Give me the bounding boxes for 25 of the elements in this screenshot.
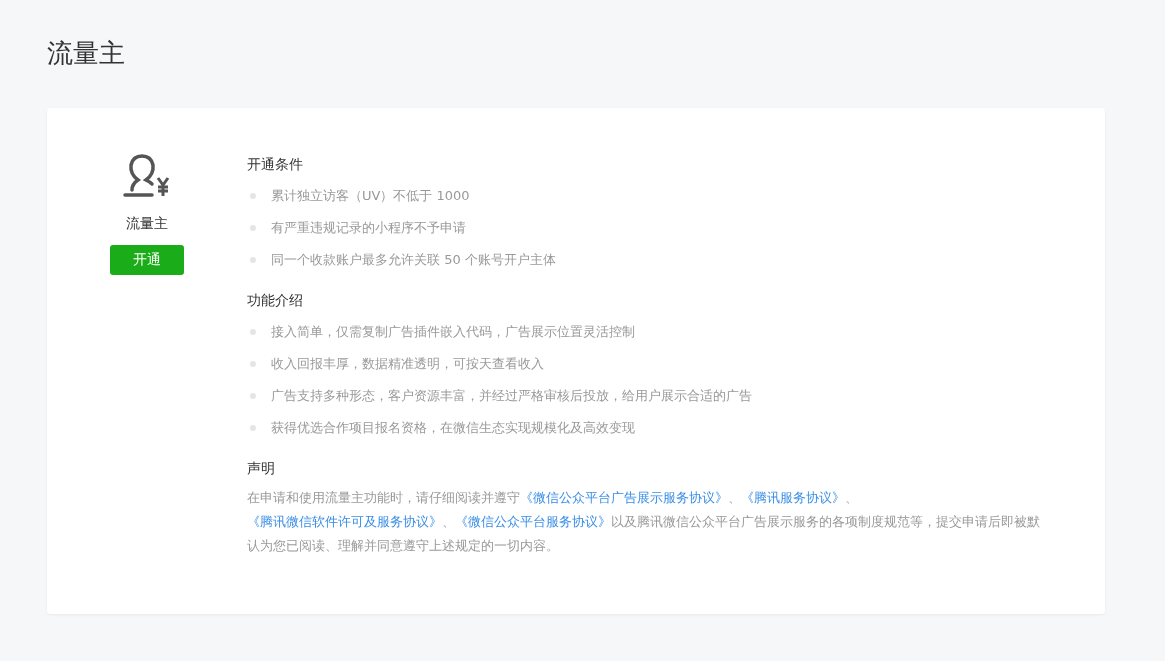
agreement-link[interactable]: 《腾讯微信软件许可及服务协议》 [247, 514, 442, 529]
agreement-link[interactable]: 《微信公众平台服务协议》 [455, 514, 611, 529]
bullet-icon [250, 193, 256, 199]
bullet-icon [250, 393, 256, 399]
account-type-label: 流量主 [126, 214, 168, 233]
enable-button[interactable]: 开通 [110, 245, 184, 275]
list-item-text: 累计独立访客（UV）不低于 1000 [271, 187, 470, 205]
list-item-text: 获得优选合作项目报名资格，在微信生态实现规模化及高效变现 [271, 419, 635, 437]
bullet-icon [250, 425, 256, 431]
list-item-text: 有严重违规记录的小程序不予申请 [271, 219, 466, 237]
bullet-icon [250, 225, 256, 231]
bullet-icon [250, 361, 256, 367]
list-item-text: 收入回报丰厚，数据精准透明，可按天查看收入 [271, 355, 544, 373]
list-item-text: 接入简单，仅需复制广告插件嵌入代码，广告展示位置灵活控制 [271, 323, 635, 341]
agreement-link[interactable]: 《微信公众平台广告展示服务协议》 [520, 490, 728, 505]
section-heading: 声明 [247, 459, 276, 478]
section-heading: 功能介绍 [247, 291, 304, 310]
user-yen-icon [122, 154, 172, 198]
page-title: 流量主 [47, 37, 126, 70]
bullet-icon [250, 257, 256, 263]
list-item-text: 广告支持多种形态，客户资源丰富，并经过严格审核后投放，给用户展示合适的广告 [271, 387, 752, 405]
bullet-icon [250, 329, 256, 335]
statement-text: 在申请和使用流量主功能时，请仔细阅读并遵守《微信公众平台广告展示服务协议》、《腾讯服务协议》、 《腾讯微信软件许可及服务协议》、《微信公众平台服务协议》以及腾讯微信公众平台广告展示服务的各项制度规范等，提交申请后即被默认为您已阅读、理解并同意遵守上述规定的一切内容。 [247, 489, 1041, 555]
agreement-link[interactable]: 《腾讯服务协议》 [741, 490, 845, 505]
section-heading: 开通条件 [247, 155, 304, 174]
